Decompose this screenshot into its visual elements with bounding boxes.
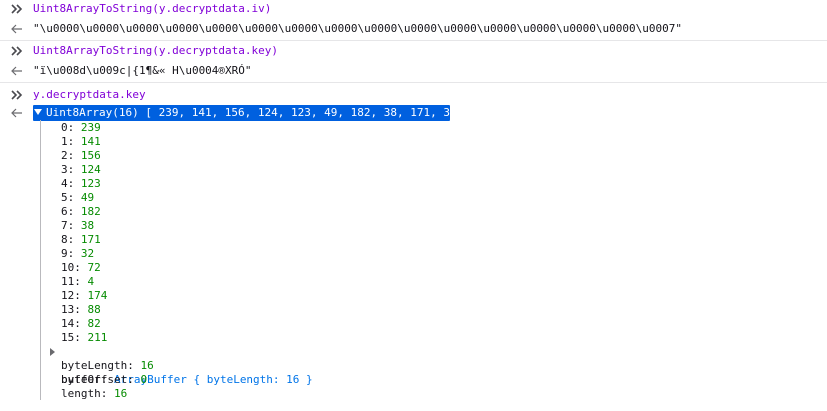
console-output-row: "\u0000\u0000\u0000\u0000\u0000\u0000\u0… [0,20,827,38]
array-item[interactable]: 2: 156 [0,149,827,163]
console-input-row[interactable]: Uint8ArrayToString(y.decryptdata.key) [0,42,827,60]
array-item[interactable]: 4: 123 [0,177,827,191]
array-item[interactable]: 12: 174 [0,289,827,303]
arrow-left-icon [10,62,24,80]
console-input-text[interactable]: Uint8ArrayToString(y.decryptdata.iv) [33,0,271,18]
console-output-string: "\u0000\u0000\u0000\u0000\u0000\u0000\u0… [33,22,683,35]
array-item[interactable]: 9: 32 [0,247,827,261]
double-chevron-right-icon [10,42,24,60]
array-prop-byteoffset[interactable]: byteOffset: 0 [0,373,827,387]
console-input-text[interactable]: y.decryptdata.key [33,86,146,104]
console-input-row[interactable]: y.decryptdata.key [0,86,827,104]
console-input-row[interactable]: Uint8ArrayToString(y.decryptdata.iv) [0,0,827,18]
arrow-left-icon [10,20,24,38]
double-chevron-right-icon [10,0,24,18]
console-entry: Uint8ArrayToString(y.decryptdata.key) "ï… [0,41,827,83]
console-entry: Uint8ArrayToString(y.decryptdata.iv) "\u… [0,0,827,41]
uint8array-summary: Uint8Array(16) [ 239, 141, 156, 124, 123… [46,106,490,119]
array-item[interactable]: 8: 171 [0,233,827,247]
uint8array-object-header[interactable]: Uint8Array(16) [ 239, 141, 156, 124, 123… [33,105,490,121]
array-prop-buffer[interactable]: buffer: ArrayBuffer { byteLength: 16 } [0,345,827,386]
array-item[interactable]: 6: 182 [0,205,827,219]
object-tree: 0: 239 1: 141 2: 156 3: 124 4: 123 5: 49… [0,121,827,401]
array-item[interactable]: 11: 4 [0,275,827,289]
console-entry: y.decryptdata.key Uint8Array(16) [ 239, … [0,83,827,401]
array-item[interactable]: 5: 49 [0,191,827,205]
console-output-string: "ï\u008d\u009c|{1¶&« H\u0004®XRÓ" [33,64,252,77]
triangle-right-icon[interactable] [50,348,55,356]
array-prop-length[interactable]: length: 16 [0,387,827,401]
array-item[interactable]: 10: 72 [0,261,827,275]
tree-indent-guide [40,120,41,400]
array-item[interactable]: 3: 124 [0,163,827,177]
array-item[interactable]: 13: 88 [0,303,827,317]
array-item[interactable]: 14: 82 [0,317,827,331]
console-input-text[interactable]: Uint8ArrayToString(y.decryptdata.key) [33,42,278,60]
array-item[interactable]: 7: 38 [0,219,827,233]
array-item[interactable]: 0: 239 [0,121,827,135]
arrow-left-icon [10,105,24,121]
array-item[interactable]: 15: 211 [0,331,827,345]
array-item[interactable]: 1: 141 [0,135,827,149]
console-output-row: "ï\u008d\u009c|{1¶&« H\u0004®XRÓ" [0,62,827,80]
console-output-row: Uint8Array(16) [ 239, 141, 156, 124, 123… [0,105,827,121]
triangle-down-icon[interactable] [34,109,42,115]
array-prop-bytelength[interactable]: byteLength: 16 [0,359,827,373]
double-chevron-right-icon [10,86,24,104]
console-panel: Uint8ArrayToString(y.decryptdata.iv) "\u… [0,0,827,411]
